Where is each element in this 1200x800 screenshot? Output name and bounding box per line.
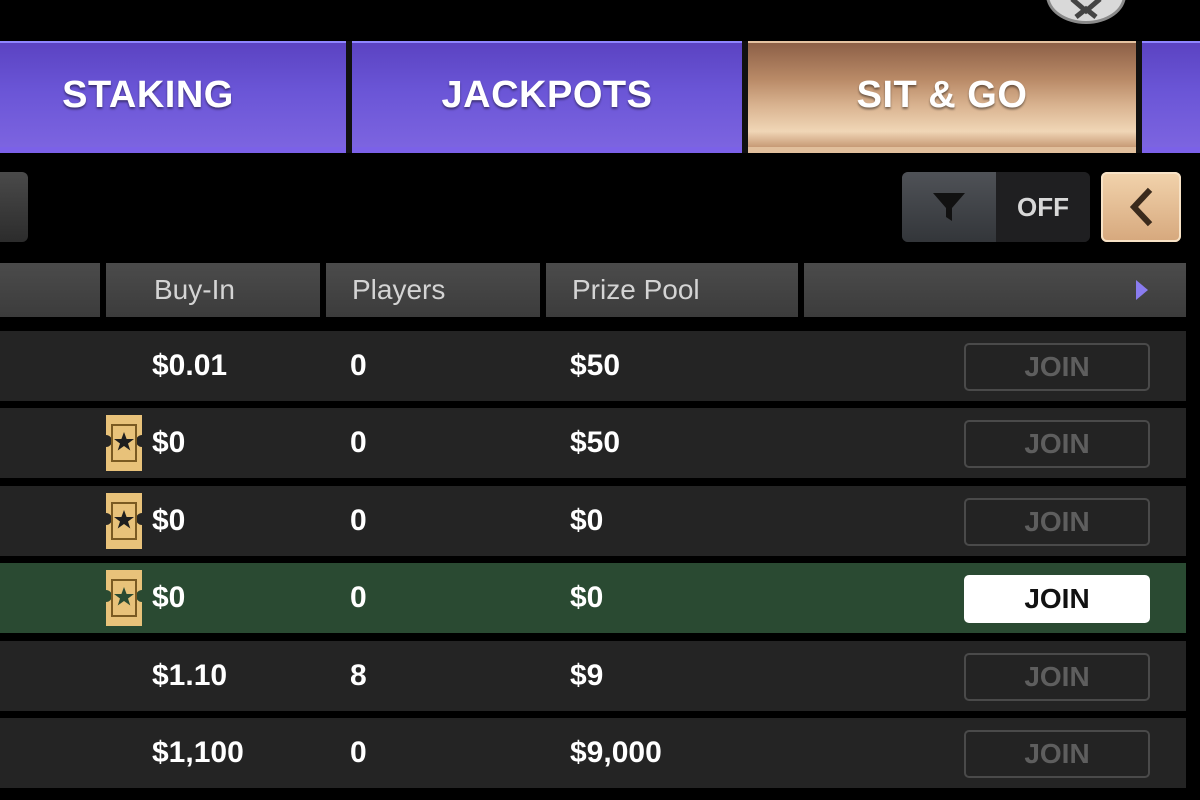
row-buy-in: $0 — [152, 426, 186, 459]
join-button[interactable]: JOIN — [964, 420, 1150, 468]
join-button[interactable]: JOIN — [964, 343, 1150, 391]
row-buy-in: $1,100 — [152, 736, 244, 769]
close-icon[interactable] — [1046, 0, 1126, 24]
row-buy-in: $0 — [152, 581, 186, 614]
tab-staking-label: STAKING — [62, 73, 234, 116]
row-prize-pool: $9,000 — [570, 736, 662, 769]
column-header-prize-pool[interactable]: Prize Pool — [546, 263, 798, 317]
table-row[interactable]: $1.10 8 $9 JOIN — [0, 641, 1186, 711]
row-prize-pool: $9 — [570, 659, 604, 692]
left-control-button[interactable] — [0, 172, 28, 242]
join-button[interactable]: JOIN — [964, 498, 1150, 546]
table-row[interactable]: $0.01 0 $50 JOIN — [0, 331, 1186, 401]
row-players: 0 — [350, 736, 367, 769]
row-players: 0 — [350, 426, 367, 459]
row-players: 0 — [350, 349, 367, 382]
ticket-icon — [106, 570, 142, 626]
table-row-selected[interactable]: $0 0 $0 JOIN — [0, 563, 1186, 633]
table-row[interactable]: $1,100 0 $9,000 JOIN — [0, 718, 1186, 788]
row-buy-in: $0.01 — [152, 349, 228, 382]
filter-toggle[interactable]: OFF — [902, 172, 1090, 242]
column-header-players-label: Players — [352, 274, 446, 305]
collapse-button[interactable] — [1101, 172, 1181, 242]
lobby-tabs: STAKING JACKPOTS SIT & GO — [0, 41, 1200, 153]
tab-jackpots-label: JACKPOTS — [441, 73, 653, 116]
column-header-buy-in-label: Buy-In — [154, 274, 235, 305]
row-players: 0 — [350, 581, 367, 614]
tab-staking[interactable]: STAKING — [0, 41, 346, 153]
filter-button[interactable] — [902, 172, 996, 242]
row-prize-pool: $0 — [570, 581, 604, 614]
column-header-players[interactable]: Players — [326, 263, 540, 317]
table-row[interactable]: $0 0 $50 JOIN — [0, 408, 1186, 478]
table-row[interactable]: $0 0 $0 JOIN — [0, 486, 1186, 556]
column-scroll-right[interactable] — [804, 263, 1186, 317]
table-header: Buy-In Players Prize Pool — [0, 263, 1200, 317]
column-header-buy-in[interactable]: Buy-In — [106, 263, 320, 317]
row-players: 8 — [350, 659, 367, 692]
column-header-prize-pool-label: Prize Pool — [572, 274, 700, 305]
column-header-name[interactable] — [0, 263, 100, 317]
scroll-right-arrow-icon — [1136, 280, 1148, 300]
row-buy-in: $0 — [152, 504, 186, 537]
filter-state-label: OFF — [996, 172, 1090, 242]
ticket-icon — [106, 493, 142, 549]
join-button[interactable]: JOIN — [964, 575, 1150, 623]
join-button[interactable]: JOIN — [964, 730, 1150, 778]
row-players: 0 — [350, 504, 367, 537]
tab-jackpots[interactable]: JACKPOTS — [352, 41, 742, 153]
sit-and-go-lobby: STAKING JACKPOTS SIT & GO OFF Buy-In Pla… — [0, 0, 1200, 800]
tab-sit-and-go-label: SIT & GO — [856, 73, 1028, 116]
chevron-left-icon — [1129, 187, 1153, 227]
row-prize-pool: $0 — [570, 504, 604, 537]
join-button[interactable]: JOIN — [964, 653, 1150, 701]
row-prize-pool: $50 — [570, 349, 621, 382]
ticket-icon — [106, 415, 142, 471]
row-prize-pool: $50 — [570, 426, 621, 459]
row-buy-in: $1.10 — [152, 659, 228, 692]
tab-more[interactable] — [1142, 41, 1200, 153]
tab-sit-and-go[interactable]: SIT & GO — [748, 41, 1136, 153]
filter-icon — [933, 193, 965, 221]
